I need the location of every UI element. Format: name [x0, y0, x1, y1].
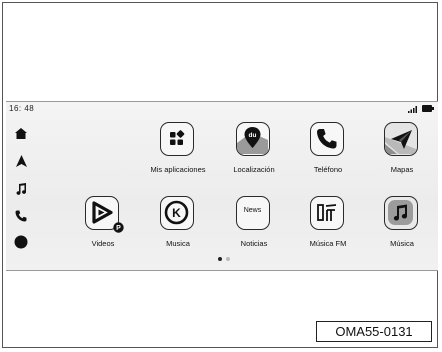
app-tile — [384, 196, 418, 230]
dock-record-button[interactable] — [14, 235, 28, 249]
figure-reference-code: OMA55-0131 — [316, 321, 432, 342]
app-tile: P — [85, 196, 124, 233]
battery-icon — [422, 105, 434, 112]
p-badge-icon: P — [113, 222, 124, 233]
navigation-icon — [15, 155, 27, 167]
dock-home-button[interactable] — [14, 126, 28, 140]
phone-icon — [317, 129, 337, 149]
app-localizacion[interactable]: du Localización — [219, 122, 289, 182]
app-mapas[interactable]: Mapas — [367, 122, 437, 182]
phone-icon — [15, 210, 27, 222]
music-note-icon — [388, 200, 413, 225]
page-indicator — [216, 257, 236, 263]
signal-icon — [408, 106, 417, 113]
svg-text:du: du — [249, 132, 257, 139]
side-dock — [6, 120, 34, 265]
music-note-icon — [16, 183, 26, 195]
svg-text:P: P — [116, 225, 121, 232]
app-label: Noticias — [240, 239, 268, 248]
fm-radio-icon — [317, 204, 337, 221]
location-du-icon: du — [237, 127, 268, 154]
app-tile — [310, 122, 344, 156]
app-tile: News — [236, 196, 270, 230]
dock-music-button[interactable] — [14, 182, 28, 196]
app-grid-icon — [170, 130, 185, 145]
app-musica-fm[interactable]: Música FM — [293, 196, 363, 256]
home-icon — [15, 127, 27, 139]
car-display-screen: 16: 48 Mis aplicaciones du Localización … — [6, 101, 438, 271]
app-videos[interactable]: P Videos — [68, 196, 138, 256]
dock-phone-button[interactable] — [14, 209, 28, 223]
app-label: Música FM — [309, 239, 347, 248]
status-bar: 16: 48 — [6, 102, 438, 116]
app-musica-2[interactable]: Música — [367, 196, 437, 256]
page-dot-active — [218, 257, 222, 261]
app-tile: K — [160, 196, 194, 230]
app-tile: du — [236, 122, 270, 156]
dock-navigation-button[interactable] — [14, 154, 28, 168]
app-label: Música — [390, 239, 414, 248]
app-tile — [310, 196, 344, 230]
app-label: Teléfono — [313, 165, 343, 174]
app-label: Mis aplicaciones — [150, 165, 206, 174]
app-tile — [160, 122, 194, 156]
app-noticias[interactable]: News Noticias — [219, 196, 289, 256]
page-dot — [226, 257, 230, 261]
app-tile — [384, 122, 418, 156]
record-icon — [14, 235, 28, 249]
app-telefono[interactable]: Teléfono — [293, 122, 363, 182]
app-musica[interactable]: K Musica — [143, 196, 213, 256]
clock: 16: 48 — [9, 104, 35, 113]
news-icon: News — [243, 207, 262, 214]
svg-text:K: K — [172, 206, 181, 220]
app-label: Musica — [166, 239, 190, 248]
app-label: Videos — [91, 239, 115, 248]
k-music-icon: K — [164, 200, 189, 225]
app-label: Mapas — [390, 165, 414, 174]
app-mis-aplicaciones[interactable]: Mis aplicaciones — [143, 122, 213, 182]
app-label: Localización — [233, 165, 275, 174]
paper-plane-map-icon — [385, 130, 416, 154]
